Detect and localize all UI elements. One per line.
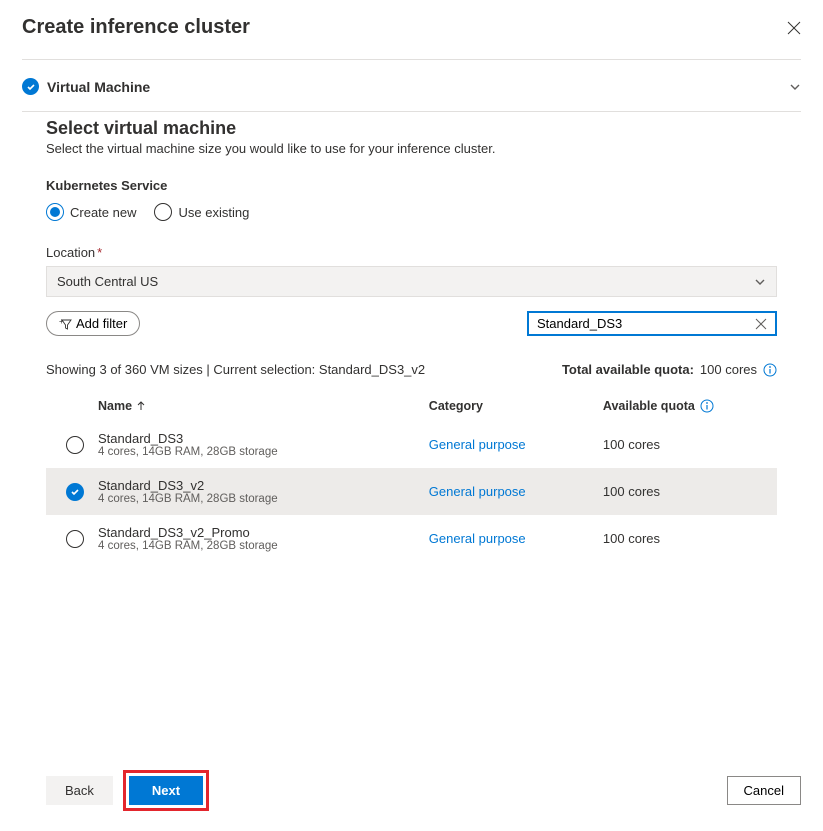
radio-icon-unselected (66, 436, 84, 454)
sort-ascending-icon (136, 401, 146, 411)
total-quota-value: 100 cores (700, 362, 757, 377)
column-quota[interactable]: Available quota (603, 399, 777, 413)
radio-create-new[interactable]: Create new (46, 203, 136, 221)
radio-use-existing-label: Use existing (178, 205, 249, 220)
subdescription: Select the virtual machine size you woul… (46, 141, 777, 156)
category-link[interactable]: General purpose (429, 437, 526, 452)
table-header: Name Category Available quota (46, 391, 777, 421)
add-filter-button[interactable]: + Add filter (46, 311, 140, 336)
results-summary: Showing 3 of 360 VM sizes | Current sele… (46, 362, 425, 377)
dialog-header: Create inference cluster (0, 0, 823, 59)
vm-spec: 4 cores, 14GB RAM, 28GB storage (98, 540, 429, 552)
location-label: Location* (46, 245, 777, 260)
table-row[interactable]: Standard_DS3 4 cores, 14GB RAM, 28GB sto… (46, 421, 777, 468)
location-select-value: South Central US (57, 274, 158, 289)
filter-icon: + (59, 317, 72, 330)
vm-name: Standard_DS3_v2_Promo (98, 525, 429, 540)
category-link[interactable]: General purpose (429, 531, 526, 546)
vm-name: Standard_DS3 (98, 431, 429, 446)
section-title: Virtual Machine (47, 79, 150, 95)
cancel-button[interactable]: Cancel (727, 776, 801, 805)
chevron-down-icon (789, 81, 801, 93)
kubernetes-service-options: Create new Use existing (46, 203, 777, 221)
column-name[interactable]: Name (98, 399, 429, 413)
category-link[interactable]: General purpose (429, 484, 526, 499)
vm-search-input[interactable] (537, 316, 755, 331)
divider (22, 111, 801, 112)
clear-search-icon[interactable] (755, 318, 767, 330)
info-icon[interactable] (700, 399, 714, 413)
dialog-footer: Back Next Cancel (0, 754, 823, 831)
vm-spec: 4 cores, 14GB RAM, 28GB storage (98, 446, 429, 458)
column-category[interactable]: Category (429, 399, 603, 413)
next-button-highlight: Next (123, 770, 209, 811)
filter-input-wrapper (527, 311, 777, 336)
table-row[interactable]: Standard_DS3_v2 4 cores, 14GB RAM, 28GB … (46, 468, 777, 515)
checkmark-circle-icon (22, 78, 39, 95)
radio-use-existing[interactable]: Use existing (154, 203, 249, 221)
radio-icon-checked (66, 483, 84, 501)
table-row[interactable]: Standard_DS3_v2_Promo 4 cores, 14GB RAM,… (46, 515, 777, 562)
add-filter-label: Add filter (76, 316, 127, 331)
page-title: Create inference cluster (22, 16, 250, 39)
quota-value: 100 cores (603, 531, 660, 546)
radio-icon-selected (46, 203, 64, 221)
radio-icon-unselected (154, 203, 172, 221)
vm-size-table: Name Category Available quota Standa (46, 391, 777, 562)
location-select[interactable]: South Central US (46, 266, 777, 297)
back-button[interactable]: Back (46, 776, 113, 805)
subheading: Select virtual machine (46, 118, 777, 139)
radio-icon-unselected (66, 530, 84, 548)
info-icon[interactable] (763, 363, 777, 377)
close-icon[interactable] (787, 21, 801, 35)
vm-name: Standard_DS3_v2 (98, 478, 429, 493)
total-quota-label: Total available quota: (562, 362, 694, 377)
chevron-down-icon (754, 276, 766, 288)
radio-create-new-label: Create new (70, 205, 136, 220)
quota-value: 100 cores (603, 437, 660, 452)
kubernetes-service-label: Kubernetes Service (46, 178, 777, 193)
vm-spec: 4 cores, 14GB RAM, 28GB storage (98, 493, 429, 505)
next-button[interactable]: Next (129, 776, 203, 805)
section-virtual-machine[interactable]: Virtual Machine (0, 60, 823, 111)
quota-value: 100 cores (603, 484, 660, 499)
